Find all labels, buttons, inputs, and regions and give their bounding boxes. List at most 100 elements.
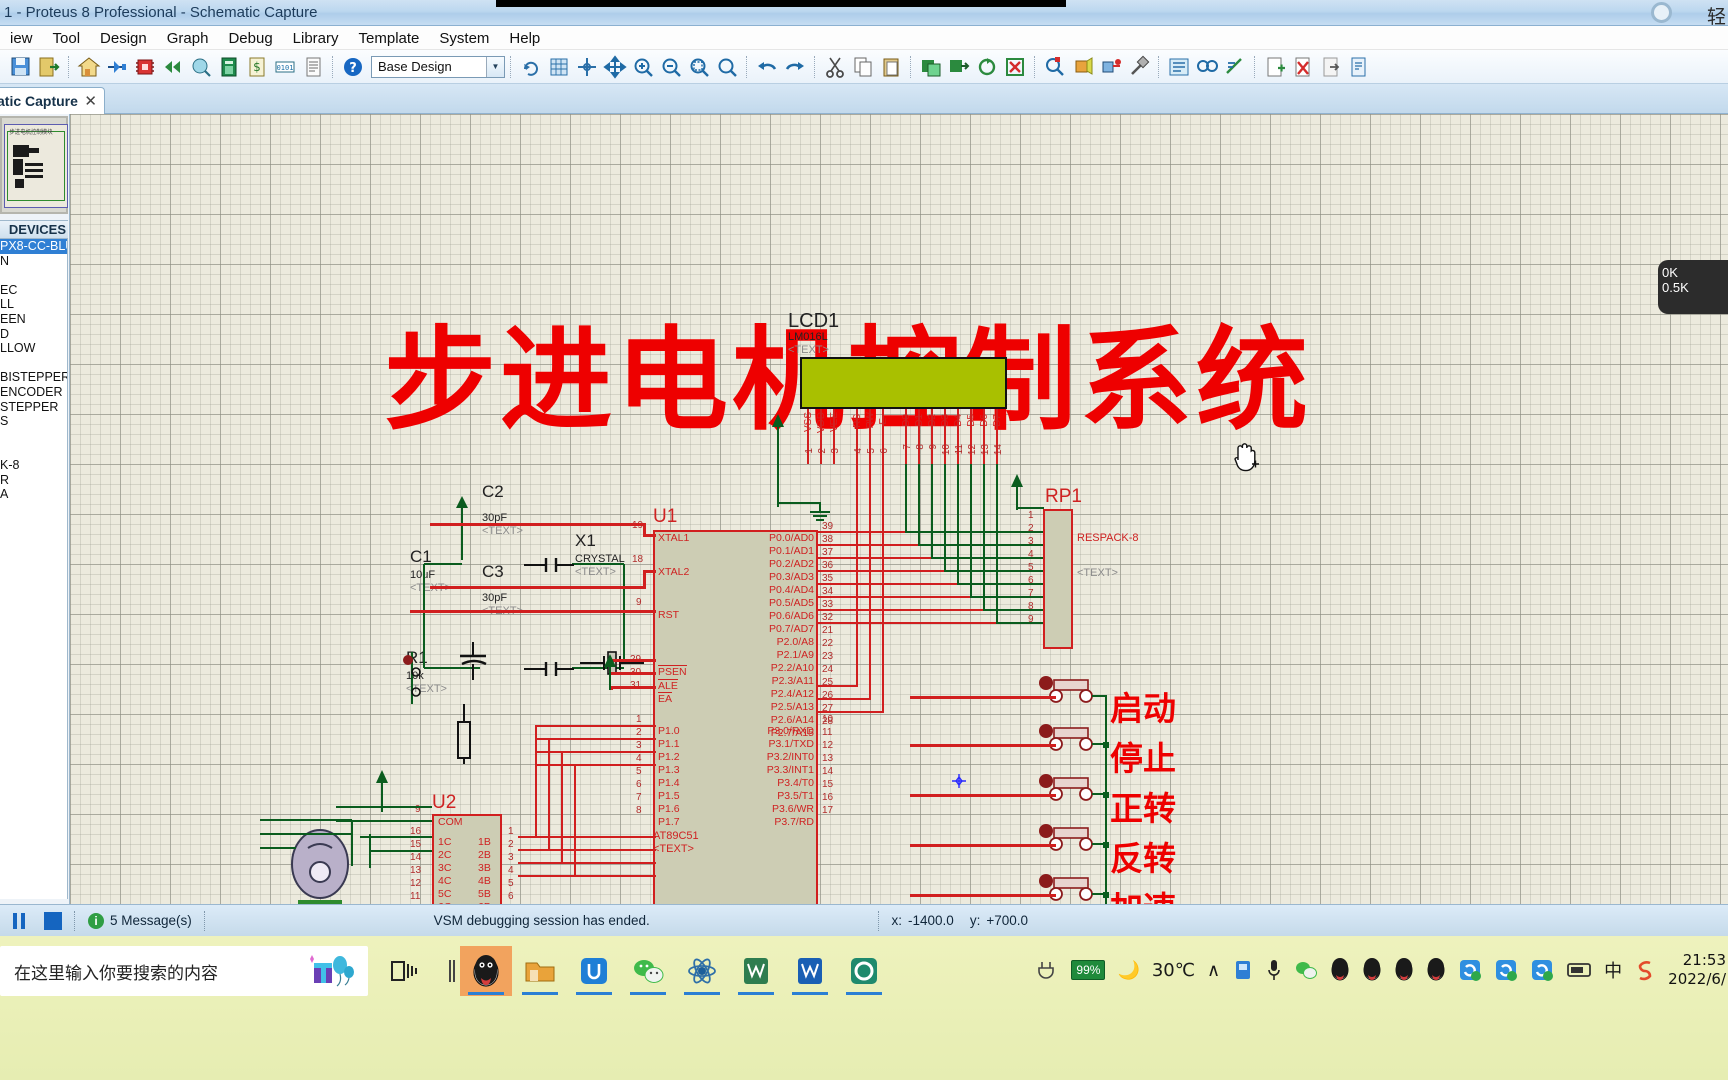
copy-icon[interactable] xyxy=(850,54,876,80)
undo-icon[interactable] xyxy=(754,54,780,80)
grid-icon[interactable] xyxy=(546,54,572,80)
make-device-icon[interactable] xyxy=(1070,54,1096,80)
zoom-all-icon[interactable] xyxy=(714,54,740,80)
power-plug-icon[interactable] xyxy=(1037,960,1059,980)
list-item[interactable]: ENCODER xyxy=(0,385,67,400)
lcd-display[interactable] xyxy=(800,357,1007,409)
redo-icon[interactable] xyxy=(782,54,808,80)
paste-icon[interactable] xyxy=(878,54,904,80)
atom-icon[interactable] xyxy=(676,946,728,996)
list-item[interactable]: D xyxy=(0,327,67,342)
pcb-layout-icon[interactable] xyxy=(104,54,130,80)
qq-tray-icon[interactable] xyxy=(1362,958,1382,982)
qq-tray-icon[interactable] xyxy=(1394,958,1414,982)
simulation-graph-icon[interactable] xyxy=(188,54,214,80)
menu-item-template[interactable]: Template xyxy=(349,28,430,49)
menu-item-view[interactable]: iew xyxy=(0,28,43,49)
list-item[interactable]: N xyxy=(0,254,67,269)
moon-icon[interactable]: 🌙 xyxy=(1117,960,1139,981)
property-assign-icon[interactable] xyxy=(1222,54,1248,80)
zoom-in-icon[interactable] xyxy=(630,54,656,80)
ime-icon[interactable]: 中 xyxy=(1604,957,1622,983)
weather-temp[interactable]: 30℃ xyxy=(1152,960,1195,981)
wps-icon[interactable] xyxy=(730,946,782,996)
menu-item-library[interactable]: Library xyxy=(283,28,349,49)
list-item[interactable]: EEN xyxy=(0,312,67,327)
wechat-tray-icon[interactable] xyxy=(1294,959,1318,981)
list-item[interactable] xyxy=(0,268,67,283)
block-move-icon[interactable] xyxy=(946,54,972,80)
menu-item-tool[interactable]: Tool xyxy=(43,28,91,49)
design-selector[interactable]: Base Design ▼ xyxy=(371,55,505,78)
menu-item-debug[interactable]: Debug xyxy=(218,28,282,49)
design-explorer-icon[interactable] xyxy=(132,54,158,80)
decompose-icon[interactable] xyxy=(1126,54,1152,80)
bill-of-materials-icon[interactable]: $ xyxy=(244,54,270,80)
battery-percent[interactable]: 99% xyxy=(1071,960,1106,980)
usb-icon[interactable] xyxy=(1232,958,1254,982)
bom-icon[interactable] xyxy=(216,54,242,80)
devices-list[interactable]: PX8-CC-BLU N EC LL EEN D LLOW BISTEPPER … xyxy=(0,239,68,899)
close-icon[interactable]: ✕ xyxy=(84,92,97,110)
list-item[interactable]: R xyxy=(0,473,67,488)
clock[interactable]: 21:53 2022/6/ xyxy=(1668,951,1726,989)
list-item[interactable]: LL xyxy=(0,297,67,312)
chevron-up-icon[interactable]: ∧ xyxy=(1207,960,1220,981)
list-item[interactable]: EC xyxy=(0,283,67,298)
circle-app-icon[interactable] xyxy=(838,946,890,996)
ucloud-icon[interactable] xyxy=(568,946,620,996)
block-rotate-icon[interactable] xyxy=(974,54,1000,80)
list-item[interactable]: BISTEPPER xyxy=(0,370,67,385)
push-button-group[interactable] xyxy=(1010,674,1120,904)
export-icon[interactable] xyxy=(36,54,62,80)
help-icon[interactable]: ? xyxy=(340,54,366,80)
chevron-down-icon[interactable]: ▼ xyxy=(486,56,504,77)
list-item[interactable] xyxy=(0,443,67,458)
cut-icon[interactable] xyxy=(822,54,848,80)
list-item[interactable]: A xyxy=(0,487,67,502)
menu-item-system[interactable]: System xyxy=(429,28,499,49)
design-explorer2-icon[interactable] xyxy=(1346,54,1372,80)
home-icon[interactable] xyxy=(76,54,102,80)
3d-view-icon[interactable] xyxy=(160,54,186,80)
microphone-icon[interactable] xyxy=(1266,958,1282,982)
menu-item-design[interactable]: Design xyxy=(90,28,157,49)
tab-schematic-capture[interactable]: atic Capture ✕ xyxy=(0,87,105,114)
schematic-canvas[interactable]: 步进电机控制系统 LCD1 LM016L <TEXT> VSS VDD VEE … xyxy=(70,114,1728,904)
qq-tray-icon[interactable] xyxy=(1426,958,1446,982)
search-tag-icon[interactable] xyxy=(1194,54,1220,80)
task-view-icon[interactable] xyxy=(380,946,432,996)
exit-sheet-icon[interactable] xyxy=(1318,54,1344,80)
menu-item-help[interactable]: Help xyxy=(499,28,550,49)
origin-icon[interactable] xyxy=(574,54,600,80)
stop-icon[interactable] xyxy=(44,911,62,930)
menu-item-graph[interactable]: Graph xyxy=(157,28,219,49)
search-input[interactable]: 在这里输入你要搜索的内容 xyxy=(0,946,368,996)
zoom-area-icon[interactable] xyxy=(686,54,712,80)
remove-sheet-icon[interactable] xyxy=(1290,54,1316,80)
report-icon[interactable] xyxy=(300,54,326,80)
sync-tray-icon[interactable] xyxy=(1530,958,1554,982)
qq-icon[interactable] xyxy=(460,946,512,996)
keyboard-icon[interactable] xyxy=(1566,960,1592,980)
message-count[interactable]: 5 Message(s) xyxy=(110,913,192,928)
sync-tray-icon[interactable] xyxy=(1494,958,1518,982)
code-icon[interactable]: 0101 xyxy=(272,54,298,80)
new-sheet-icon[interactable] xyxy=(1262,54,1288,80)
explorer-icon[interactable] xyxy=(514,946,566,996)
zoom-out-icon[interactable] xyxy=(658,54,684,80)
save-icon[interactable] xyxy=(8,54,34,80)
pan-icon[interactable] xyxy=(602,54,628,80)
qq-tray-icon[interactable] xyxy=(1330,958,1350,982)
list-item[interactable]: LLOW xyxy=(0,341,67,356)
word-icon[interactable] xyxy=(784,946,836,996)
pick-device-icon[interactable] xyxy=(1042,54,1068,80)
list-item[interactable]: K-8 xyxy=(0,458,67,473)
netlist-icon[interactable] xyxy=(1166,54,1192,80)
packaging-tool-icon[interactable] xyxy=(1098,54,1124,80)
sync-tray-icon[interactable] xyxy=(1458,958,1482,982)
refresh-icon[interactable] xyxy=(518,54,544,80)
pause-icon[interactable] xyxy=(10,912,28,930)
list-item[interactable]: PX8-CC-BLU xyxy=(0,239,67,254)
rp1-body[interactable] xyxy=(1043,509,1073,649)
